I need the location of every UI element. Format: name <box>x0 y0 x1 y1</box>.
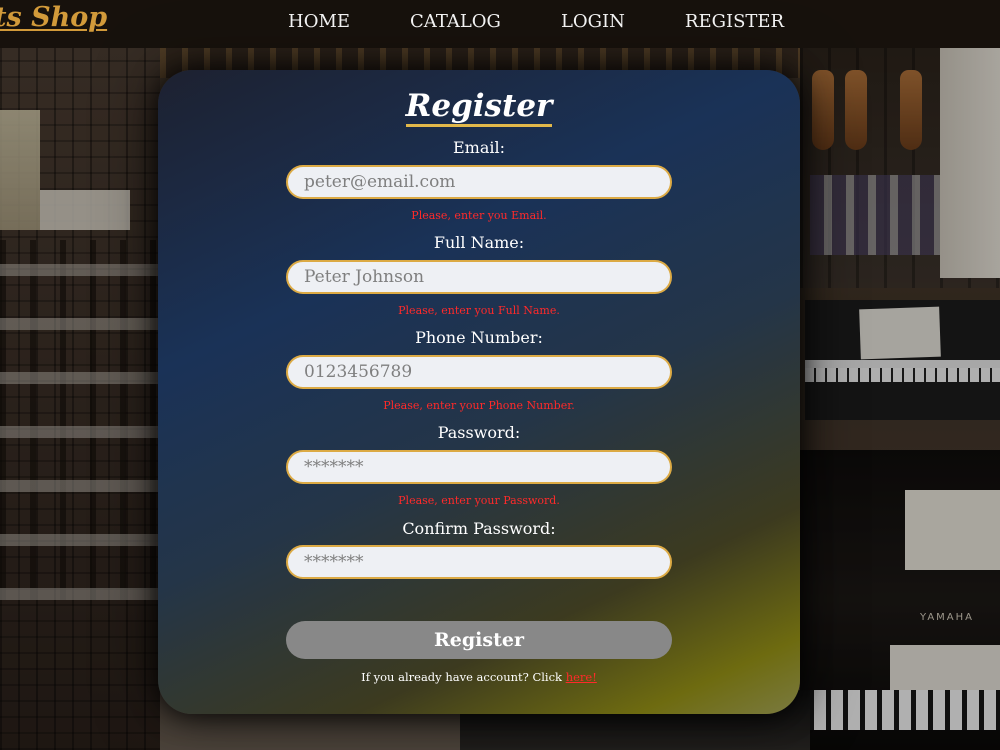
register-submit-button[interactable]: Register <box>286 621 672 659</box>
nav-catalog[interactable]: CATALOG <box>410 11 501 32</box>
site-logo[interactable]: ts Shop <box>0 0 107 40</box>
confirm-password-input[interactable] <box>286 545 672 579</box>
login-prompt: If you already have account? Click here! <box>158 670 800 684</box>
register-card: Register Email: Please, enter you Email.… <box>158 70 800 714</box>
password-error: Please, enter your Password. <box>398 494 560 507</box>
full-name-input[interactable] <box>286 260 672 294</box>
main-nav: HOME CATALOG LOGIN REGISTER <box>288 0 784 42</box>
full-name-error: Please, enter you Full Name. <box>398 304 560 317</box>
top-navbar: ts Shop HOME CATALOG LOGIN REGISTER <box>0 0 1000 48</box>
nav-login[interactable]: LOGIN <box>561 11 625 32</box>
phone-error: Please, enter your Phone Number. <box>383 399 575 412</box>
full-name-label: Full Name: <box>433 233 525 252</box>
password-label: Password: <box>437 423 521 442</box>
nav-home[interactable]: HOME <box>288 11 350 32</box>
form-title-text: Register <box>405 88 553 127</box>
nav-register[interactable]: REGISTER <box>685 11 784 32</box>
email-label: Email: <box>452 138 505 157</box>
confirm-password-label: Confirm Password: <box>402 519 556 538</box>
email-error: Please, enter you Email. <box>411 209 547 222</box>
phone-label: Phone Number: <box>415 328 543 347</box>
email-input[interactable] <box>286 165 672 199</box>
login-prompt-text: If you already have account? Click <box>361 670 566 684</box>
password-input[interactable] <box>286 450 672 484</box>
login-here-link[interactable]: here! <box>566 670 597 684</box>
phone-input[interactable] <box>286 355 672 389</box>
form-title: Register <box>158 88 800 127</box>
